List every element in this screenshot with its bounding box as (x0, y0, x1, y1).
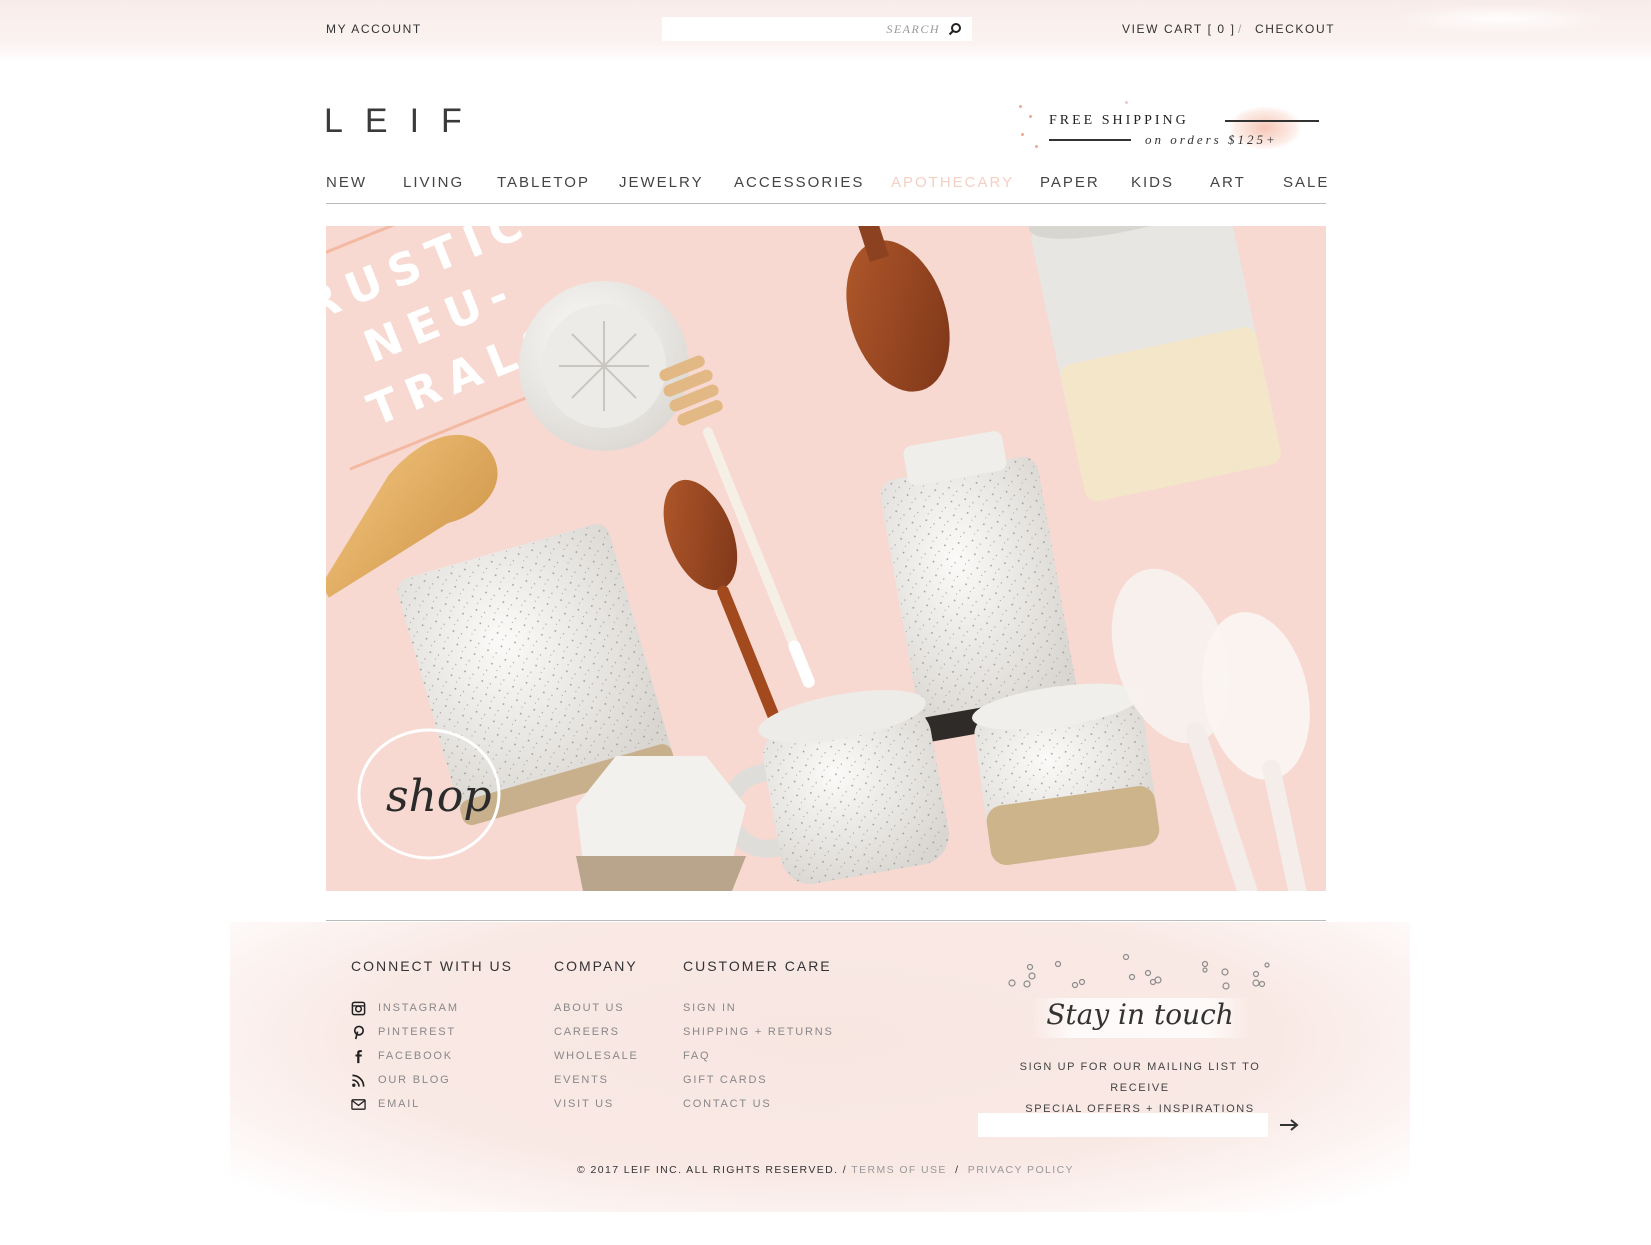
wood-spoon-image (846, 226, 950, 392)
nav-item-sale[interactable]: SALE (1283, 174, 1329, 191)
facebook-link[interactable]: FACEBOOK (378, 1050, 453, 1062)
gift-cards-link[interactable]: GIFT CARDS (683, 1074, 767, 1086)
promo-underline (1225, 120, 1319, 122)
shipping-returns-link[interactable]: SHIPPING + RETURNS (683, 1026, 834, 1038)
shop-label[interactable]: shop (386, 771, 492, 822)
search-icon[interactable] (948, 22, 962, 36)
sign-in-link[interactable]: SIGN IN (683, 1002, 737, 1014)
customer-care-list: SIGN IN SHIPPING + RETURNS FAQ GIFT CARD… (683, 996, 834, 1116)
topbar-separator: / (1238, 22, 1243, 36)
pinterest-icon (353, 1025, 365, 1039)
search-box[interactable] (662, 17, 972, 41)
email-link[interactable]: EMAIL (378, 1098, 420, 1110)
tall-vase-image (1029, 226, 1281, 502)
careers-link[interactable]: CAREERS (554, 1026, 620, 1038)
speckled-mug-image (720, 690, 949, 884)
nav-item-accessories[interactable]: ACCESSORIES (734, 174, 864, 191)
pinterest-link[interactable]: PINTEREST (378, 1026, 456, 1038)
newsletter-text-line1: SIGN UP FOR OUR MAILING LIST TO RECEIVE (1019, 1061, 1261, 1094)
terms-link[interactable]: TERMS OF USE (851, 1164, 947, 1176)
arrow-right-icon[interactable] (1278, 1116, 1300, 1134)
site-logo[interactable]: LEIF (324, 102, 484, 141)
promo-dot (1125, 101, 1128, 104)
promo-dot (1035, 145, 1038, 148)
customer-care-title: CUSTOMER CARE (683, 958, 832, 974)
view-cart-link[interactable]: VIEW CART [ 0 ] (1122, 22, 1236, 36)
list-item[interactable]: SHIPPING + RETURNS (683, 1020, 834, 1044)
speckled-cup-image (972, 683, 1160, 865)
privacy-link[interactable]: PRIVACY POLICY (968, 1164, 1074, 1176)
copyright-separator: / (955, 1164, 960, 1176)
newsletter-title: Stay in touch (1030, 998, 1250, 1038)
newsletter-email-input[interactable] (978, 1113, 1268, 1137)
free-shipping-promo: FREE SHIPPING on orders $125+ (1015, 101, 1325, 155)
hero-banner[interactable]: RUSTIC NEU- TRALS shop (326, 226, 1326, 891)
nav-item-kids[interactable]: KIDS (1131, 174, 1174, 191)
envelope-icon (351, 1098, 366, 1110)
list-item[interactable]: INSTAGRAM (351, 996, 459, 1020)
hero-illustration: RUSTIC NEU- TRALS shop (326, 226, 1326, 891)
facebook-icon (355, 1049, 362, 1063)
list-item[interactable]: CAREERS (554, 1020, 639, 1044)
marble-coaster-image (576, 756, 746, 891)
list-item[interactable]: EMAIL (351, 1092, 459, 1116)
list-item[interactable]: VISIT US (554, 1092, 639, 1116)
company-list: ABOUT US CAREERS WHOLESALE EVENTS VISIT … (554, 996, 639, 1116)
list-item[interactable]: FACEBOOK (351, 1044, 459, 1068)
promo-dot (1021, 133, 1024, 136)
nav-item-jewelry[interactable]: JEWELRY (619, 174, 704, 191)
list-item[interactable]: SIGN IN (683, 996, 834, 1020)
checkout-link[interactable]: CHECKOUT (1255, 22, 1335, 36)
decorative-dots (1008, 953, 1270, 990)
rss-icon (352, 1074, 365, 1087)
promo-underline (1049, 139, 1131, 141)
nav-item-paper[interactable]: PAPER (1040, 174, 1100, 191)
my-account-link[interactable]: MY ACCOUNT (326, 22, 422, 36)
list-item[interactable]: WHOLESALE (554, 1044, 639, 1068)
promo-line2: on orders $125+ (1145, 132, 1278, 147)
list-item[interactable]: PINTEREST (351, 1020, 459, 1044)
promo-dot (1029, 115, 1032, 118)
wholesale-link[interactable]: WHOLESALE (554, 1050, 639, 1062)
instagram-link[interactable]: INSTAGRAM (378, 1002, 459, 1014)
company-title: COMPANY (554, 958, 638, 974)
connect-list: INSTAGRAM PINTEREST FACEBOOK OUR BLOG EM… (351, 996, 459, 1116)
nav-item-living[interactable]: LIVING (403, 174, 464, 191)
list-item[interactable]: FAQ (683, 1044, 834, 1068)
nav-item-new[interactable]: NEW (326, 174, 367, 191)
search-input[interactable] (662, 18, 948, 40)
list-item[interactable]: OUR BLOG (351, 1068, 459, 1092)
nav-item-art[interactable]: ART (1210, 174, 1246, 191)
visit-us-link[interactable]: VISIT US (554, 1098, 614, 1110)
contact-us-link[interactable]: CONTACT US (683, 1098, 772, 1110)
connect-title: CONNECT WITH US (351, 958, 513, 974)
promo-line1: FREE SHIPPING (1049, 113, 1189, 128)
list-item[interactable]: GIFT CARDS (683, 1068, 834, 1092)
shop-cta[interactable]: shop (357, 728, 501, 860)
main-nav: NEW LIVING TABLETOP JEWELRY ACCESSORIES … (326, 172, 1329, 204)
list-item[interactable]: EVENTS (554, 1068, 639, 1092)
footer-divider (326, 920, 1326, 921)
instagram-icon (351, 1001, 366, 1015)
nav-item-tabletop[interactable]: TABLETOP (497, 174, 590, 191)
top-bar: MY ACCOUNT VIEW CART [ 0 ] / CHECKOUT (0, 0, 1651, 62)
blog-link[interactable]: OUR BLOG (378, 1074, 450, 1086)
list-item[interactable]: CONTACT US (683, 1092, 834, 1116)
juicer-bowl-image (519, 281, 689, 451)
copyright-bar: © 2017 LEIF INC. ALL RIGHTS RESERVED. / … (0, 1164, 1651, 1176)
newsletter-text: SIGN UP FOR OUR MAILING LIST TO RECEIVE … (990, 1057, 1290, 1120)
copyright-text: © 2017 LEIF INC. ALL RIGHTS RESERVED. / (577, 1164, 848, 1176)
nav-item-apothecary[interactable]: APOTHECARY (891, 174, 1014, 191)
promo-dot (1019, 105, 1022, 108)
faq-link[interactable]: FAQ (683, 1050, 710, 1062)
events-link[interactable]: EVENTS (554, 1074, 609, 1086)
top-bar-wash (1391, 4, 1611, 34)
about-us-link[interactable]: ABOUT US (554, 1002, 624, 1014)
list-item[interactable]: ABOUT US (554, 996, 639, 1020)
